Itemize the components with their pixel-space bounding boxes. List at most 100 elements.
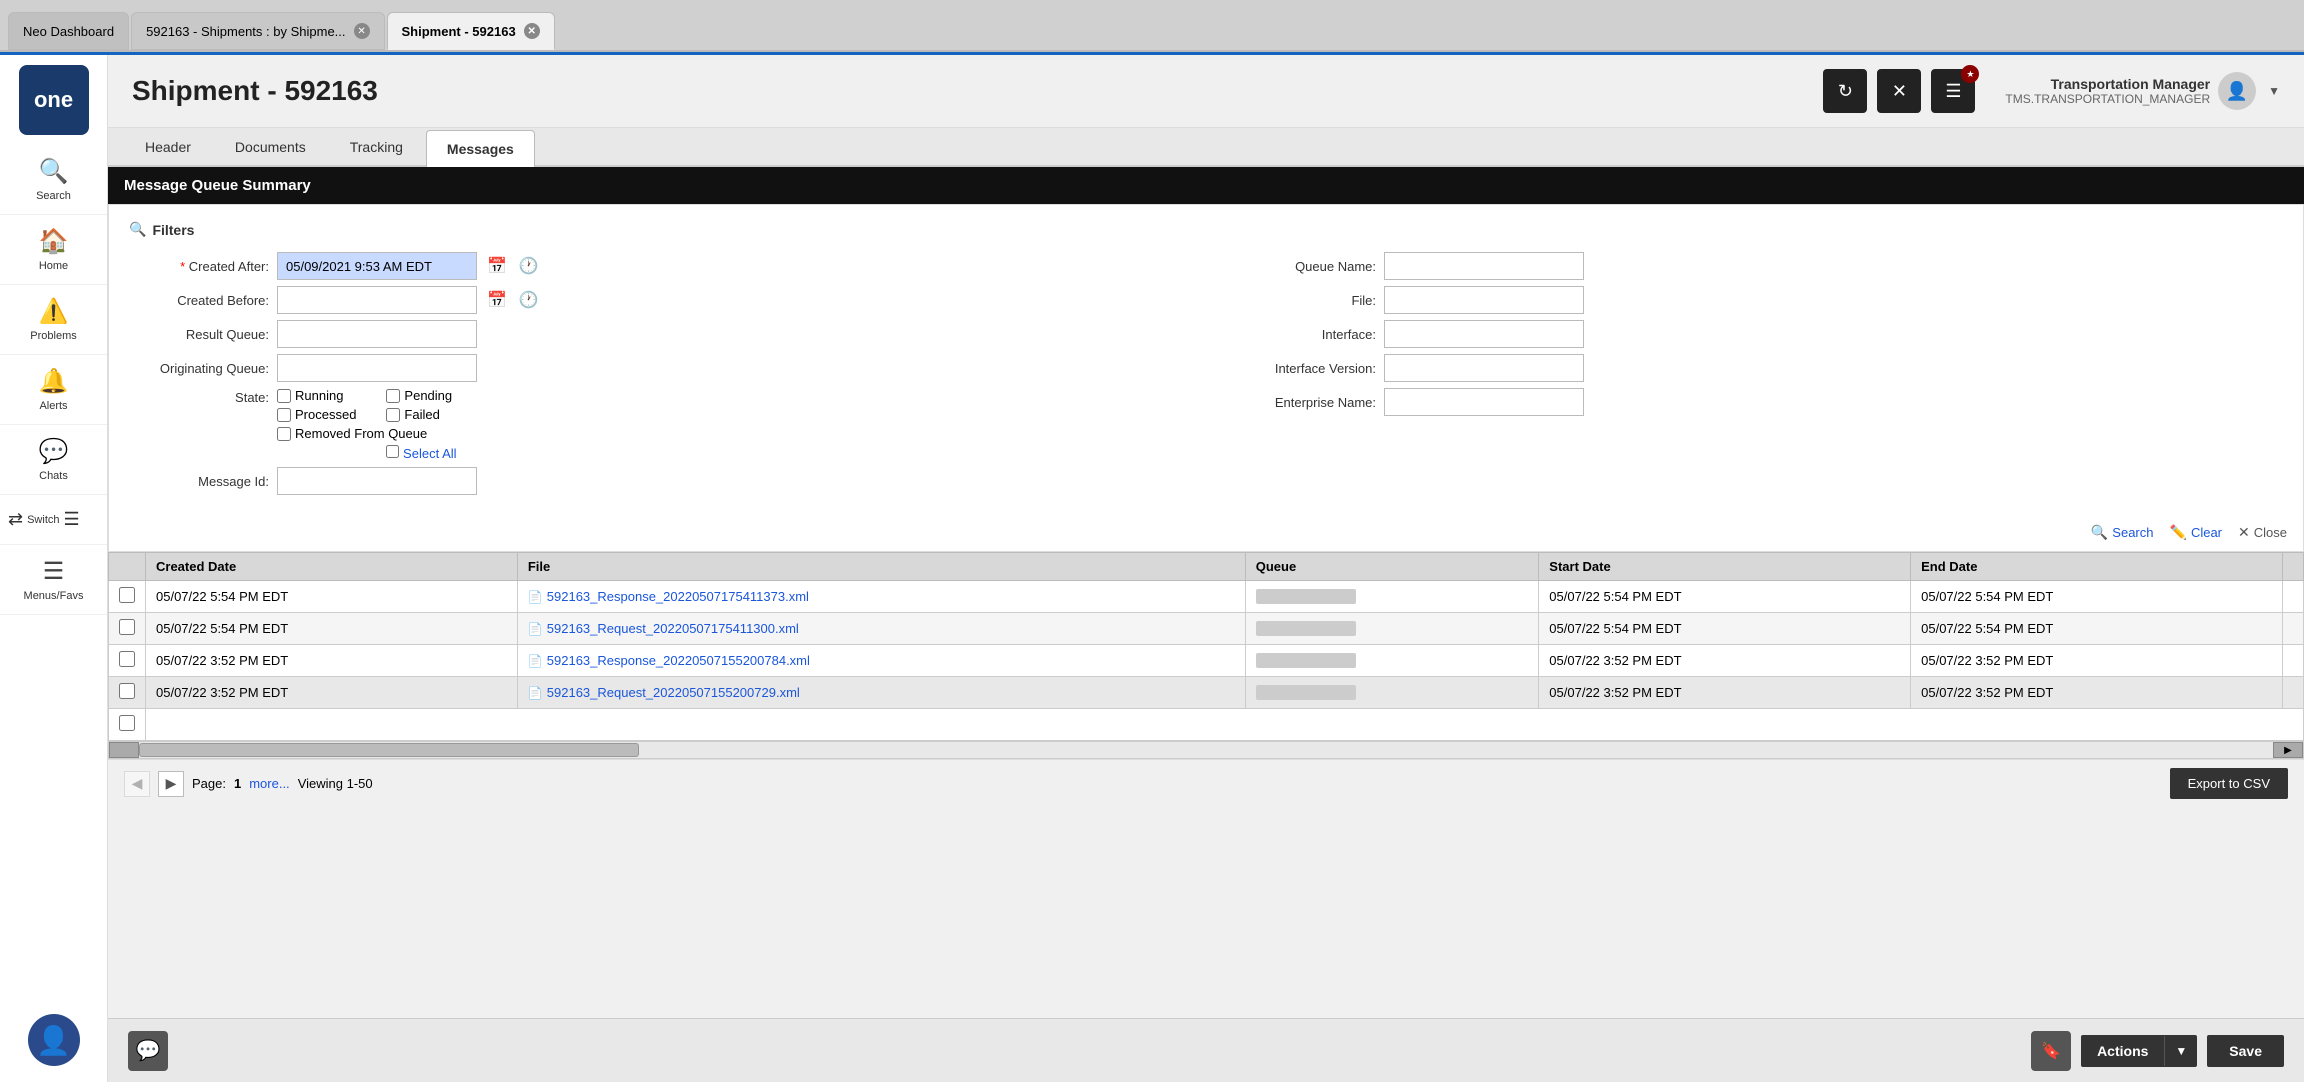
created-before-input[interactable] — [277, 286, 477, 314]
next-page-button[interactable]: ▶ — [158, 771, 184, 797]
tab-tracking[interactable]: Tracking — [329, 128, 424, 165]
filter-panel: 🔍 Filters Created After: 📅 🕐 Created — [108, 204, 2304, 552]
interface-input[interactable] — [1384, 320, 1584, 348]
search-filter-button[interactable]: 🔍 Search — [2091, 524, 2154, 541]
file-icon: 📄 — [528, 590, 543, 604]
file-cell[interactable]: 📄 592163_Request_20220507155200729.xml — [517, 677, 1245, 709]
tab-shipments[interactable]: 592163 - Shipments : by Shipme... ✕ — [131, 12, 384, 50]
refresh-button[interactable]: ↻ — [1823, 69, 1867, 113]
state-pending-checkbox[interactable] — [386, 389, 400, 403]
queue-cell — [1245, 645, 1539, 677]
sidebar-item-search[interactable]: 🔍 Search — [0, 145, 107, 215]
save-button[interactable]: Save — [2207, 1035, 2284, 1067]
start-date-cell: 05/07/22 5:54 PM EDT — [1539, 613, 1911, 645]
logo[interactable]: one — [19, 65, 89, 135]
sidebar-item-problems[interactable]: ⚠️ Problems — [0, 285, 107, 355]
created-date-cell: 05/07/22 3:52 PM EDT — [146, 645, 518, 677]
tab-documents[interactable]: Documents — [214, 128, 327, 165]
avatar: 👤 — [2218, 72, 2256, 110]
message-id-label: Message Id: — [129, 474, 269, 489]
state-failed-checkbox[interactable] — [386, 408, 400, 422]
file-cell[interactable]: 📄 592163_Response_20220507155200784.xml — [517, 645, 1245, 677]
col-end-date: End Date — [1911, 553, 2283, 581]
calendar-icon[interactable]: 📅 — [485, 254, 509, 278]
queue-cell — [1245, 613, 1539, 645]
interface-label: Interface: — [1236, 327, 1376, 342]
state-removed-checkbox[interactable] — [277, 427, 291, 441]
page-more[interactable]: more... — [249, 776, 289, 791]
clear-filter-button[interactable]: ✏️ Clear — [2170, 524, 2223, 541]
originating-queue-input[interactable] — [277, 354, 477, 382]
page-title: Shipment - 592163 — [132, 75, 378, 107]
switch-icon2: ☰ — [64, 509, 80, 530]
sidebar-label: Chats — [39, 470, 68, 482]
h-scroll-thumb[interactable] — [139, 743, 639, 757]
file-label: File: — [1236, 293, 1376, 308]
tab-header[interactable]: Header — [124, 128, 212, 165]
row-checkbox[interactable] — [119, 587, 135, 603]
file-cell[interactable]: 📄 592163_Response_20220507175411373.xml — [517, 581, 1245, 613]
state-processed-checkbox[interactable] — [277, 408, 291, 422]
enterprise-name-input[interactable] — [1384, 388, 1584, 416]
file-icon: 📄 — [528, 686, 543, 700]
state-pending-label: Pending — [404, 388, 452, 403]
sidebar-label: Alerts — [39, 400, 67, 412]
tab-shipment-592163[interactable]: Shipment - 592163 ✕ — [387, 12, 555, 50]
chat-icon: 💬 — [39, 437, 69, 466]
sidebar-item-home[interactable]: 🏠 Home — [0, 215, 107, 285]
close-filter-button[interactable]: ✕ Close — [2238, 524, 2287, 541]
sidebar-item-menus[interactable]: ☰ Menus/Favs — [0, 545, 107, 615]
actions-dropdown[interactable]: Actions ▼ — [2081, 1035, 2197, 1067]
state-removed-label: Removed From Queue — [295, 426, 427, 441]
sidebar-item-chats[interactable]: 💬 Chats — [0, 425, 107, 495]
filter-title: 🔍 Filters — [129, 221, 2283, 238]
file-icon: 📄 — [528, 654, 543, 668]
table-row: 05/07/22 3:52 PM EDT 📄 592163_Response_2… — [109, 645, 2304, 677]
page-tabs: Header Documents Tracking Messages — [108, 128, 2304, 167]
queue-cell — [1245, 581, 1539, 613]
horizontal-scrollbar[interactable]: ▶ — [108, 741, 2304, 759]
result-queue-input[interactable] — [277, 320, 477, 348]
queue-name-input[interactable] — [1384, 252, 1584, 280]
tab-messages[interactable]: Messages — [426, 130, 535, 167]
export-csv-button[interactable]: Export to CSV — [2170, 768, 2288, 799]
dropdown-arrow-icon[interactable]: ▼ — [2268, 84, 2280, 98]
table-row: 05/07/22 5:54 PM EDT 📄 592163_Response_2… — [109, 581, 2304, 613]
prev-page-button[interactable]: ◀ — [124, 771, 150, 797]
file-cell[interactable]: 📄 592163_Request_20220507175411300.xml — [517, 613, 1245, 645]
search-icon: 🔍 — [129, 221, 146, 238]
row-checkbox[interactable] — [119, 619, 135, 635]
start-date-cell: 05/07/22 3:52 PM EDT — [1539, 677, 1911, 709]
row-checkbox[interactable] — [119, 651, 135, 667]
chat-button[interactable]: 💬 — [128, 1031, 168, 1071]
calendar-icon[interactable]: 📅 — [485, 288, 509, 312]
message-id-input[interactable] — [277, 467, 477, 495]
sidebar: one 🔍 Search 🏠 Home ⚠️ Problems 🔔 Alerts… — [0, 55, 108, 1082]
actions-caret-icon[interactable]: ▼ — [2164, 1036, 2197, 1066]
row-checkbox[interactable] — [119, 715, 135, 731]
row-checkbox[interactable] — [119, 683, 135, 699]
file-input[interactable] — [1384, 286, 1584, 314]
tab-neo-dashboard[interactable]: Neo Dashboard — [8, 12, 129, 50]
created-after-input[interactable] — [277, 252, 477, 280]
sidebar-item-switch[interactable]: ⇄ Switch ☰ — [0, 495, 107, 545]
page-label: Page: — [192, 776, 226, 791]
tab-close-icon[interactable]: ✕ — [354, 23, 370, 39]
sidebar-item-alerts[interactable]: 🔔 Alerts — [0, 355, 107, 425]
clock-icon[interactable]: 🕐 — [517, 254, 541, 278]
clock-icon[interactable]: 🕐 — [517, 288, 541, 312]
eraser-icon: ✏️ — [2170, 524, 2187, 541]
sidebar-label: Search — [36, 190, 71, 202]
mqs-header: Message Queue Summary — [108, 167, 2304, 204]
switch-icon: ⇄ — [8, 509, 23, 530]
bookmark-button[interactable]: 🔖 — [2031, 1031, 2071, 1071]
interface-version-input[interactable] — [1384, 354, 1584, 382]
select-all-link[interactable]: Select All — [403, 446, 456, 461]
table-row-empty — [109, 709, 2304, 741]
page-header: Shipment - 592163 ↻ ✕ ☰ ★ Transportation… — [108, 55, 2304, 128]
tab-close-icon[interactable]: ✕ — [524, 23, 540, 39]
close-button[interactable]: ✕ — [1877, 69, 1921, 113]
select-all-checkbox[interactable] — [386, 445, 399, 458]
sidebar-item-user-avatar[interactable]: 👤 — [28, 998, 80, 1082]
state-running-checkbox[interactable] — [277, 389, 291, 403]
